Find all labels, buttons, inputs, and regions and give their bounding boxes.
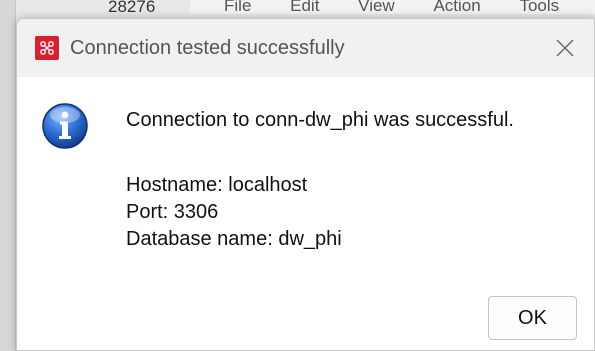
detail-port: Port: 3306: [126, 201, 219, 223]
dialog-message: Connection to conn-dw_phi was successful…: [126, 109, 514, 131]
connection-details: Hostname: localhost Port: 3306 Database …: [126, 172, 342, 253]
background-menubar: File Edit View Action Tools: [190, 0, 595, 14]
close-button[interactable]: [536, 19, 594, 77]
background-menu-tools: Tools: [519, 0, 560, 14]
detail-hostname: Hostname: localhost: [126, 174, 308, 196]
background-menu-view: View: [358, 0, 395, 14]
ok-button[interactable]: OK: [488, 296, 577, 340]
background-menu-action: Action: [433, 0, 481, 14]
connection-test-dialog: Connection tested successfully Connectio…: [16, 18, 595, 351]
info-icon: [41, 102, 89, 150]
background-menu-file: File: [224, 0, 252, 14]
dialog-titlebar: Connection tested successfully: [17, 19, 594, 77]
dialog-title: Connection tested successfully: [70, 37, 345, 59]
detail-database-name: Database name: dw_phi: [126, 228, 342, 250]
background-menu-edit: Edit: [290, 0, 320, 14]
background-row-number: 28276: [108, 0, 156, 14]
app-logo-icon: [35, 36, 59, 60]
background-left-panel: [0, 0, 16, 351]
close-icon: [556, 39, 574, 57]
